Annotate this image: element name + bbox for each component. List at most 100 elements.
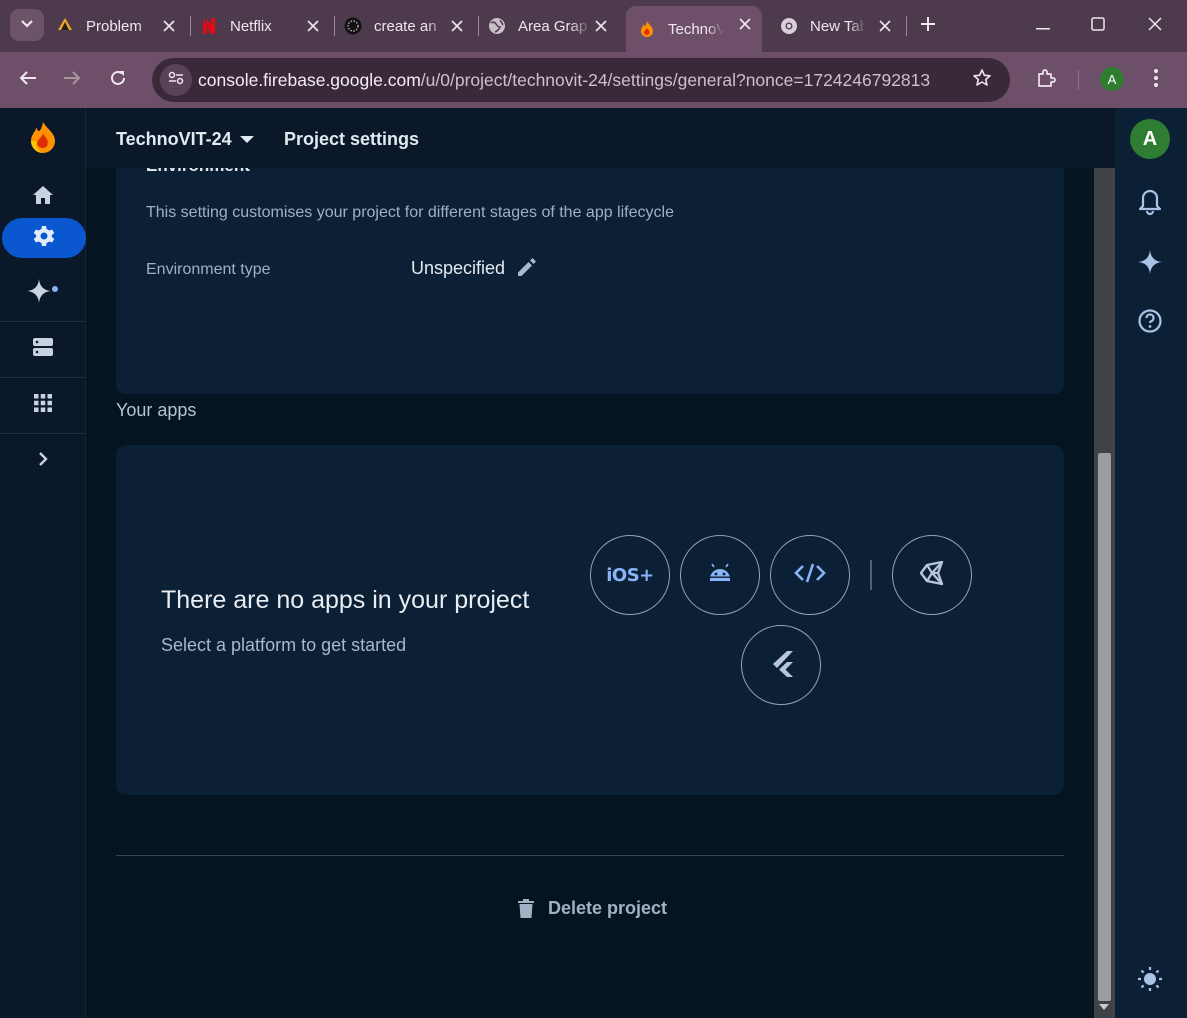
firebase-favicon: [638, 20, 656, 38]
environment-card: Environment This setting customises your…: [116, 168, 1064, 394]
scrollbar-thumb[interactable]: [1098, 453, 1111, 1001]
browser-profile-avatar[interactable]: A: [1100, 67, 1124, 91]
tab-new-tab[interactable]: New Tab: [780, 8, 902, 44]
storage-icon: [32, 336, 54, 363]
trash-icon: [516, 897, 536, 919]
code-icon: [794, 563, 826, 588]
sparkle-icon: [1137, 249, 1163, 280]
star-icon: [972, 68, 992, 93]
add-android-app-button[interactable]: [680, 535, 760, 615]
tab-title: Problem: [86, 17, 142, 35]
sun-icon: [1137, 966, 1163, 997]
tab-title: Netflix: [230, 17, 272, 35]
maximize-button[interactable]: [1078, 10, 1118, 42]
nav-home[interactable]: [0, 177, 86, 217]
plus-icon: [920, 16, 936, 37]
address-bar[interactable]: console.firebase.google.com/u/0/project/…: [152, 58, 1010, 102]
sparkle-icon: [26, 278, 60, 309]
puzzle-icon: [1036, 68, 1056, 93]
environment-type-label: Environment type: [146, 261, 271, 278]
bookmark-button[interactable]: [970, 68, 994, 92]
left-nav-rail: [0, 108, 86, 1018]
environment-type-value: Unspecified: [411, 258, 506, 278]
help-icon: [1138, 308, 1162, 338]
content-scrollbar[interactable]: [1094, 168, 1115, 1018]
reload-button[interactable]: [102, 64, 134, 96]
tab-title: Area Grap: [518, 17, 588, 35]
minimize-button[interactable]: [1023, 10, 1063, 42]
nav-all-products[interactable]: [0, 385, 86, 425]
close-icon[interactable]: [876, 17, 894, 35]
tab-divider: [190, 16, 191, 36]
scroll-down-arrow[interactable]: [1099, 1004, 1109, 1010]
environment-heading: Environment: [146, 168, 250, 176]
console-topbar: TechnoVIT-24 Project settings: [86, 108, 1115, 168]
nav-build[interactable]: [0, 329, 86, 369]
tab-problem[interactable]: Problem: [56, 8, 186, 44]
account-avatar[interactable]: A: [1130, 119, 1170, 159]
project-name: TechnoVIT-24: [116, 129, 232, 149]
pencil-icon: [515, 255, 539, 284]
settings-content: Environment This setting customises your…: [86, 168, 1094, 1018]
apps-empty-card: There are no apps in your project Select…: [116, 445, 1064, 795]
netflix-favicon: [200, 17, 218, 35]
url-host: console.firebase.google.com: [198, 70, 421, 90]
ios-icon: iOS+: [606, 564, 654, 586]
tab-netflix[interactable]: Netflix: [200, 8, 330, 44]
help-button[interactable]: [1135, 308, 1165, 338]
right-rail: A: [1115, 108, 1187, 1018]
page-title: Project settings: [284, 129, 420, 149]
close-icon[interactable]: [592, 17, 610, 35]
tab-divider: [478, 16, 479, 36]
close-icon[interactable]: [160, 17, 178, 35]
reload-icon: [109, 69, 127, 92]
apps-grid-icon: [34, 393, 52, 417]
arrow-right-icon: [63, 70, 81, 91]
project-selector[interactable]: TechnoVIT-24: [116, 129, 254, 150]
tab-title: New Tab: [810, 17, 866, 35]
no-apps-title: There are no apps in your project: [161, 586, 530, 614]
add-web-app-button[interactable]: [770, 535, 850, 615]
tab-search-button[interactable]: [10, 9, 44, 41]
tab-divider: [906, 16, 907, 36]
theme-toggle-button[interactable]: [1135, 966, 1165, 996]
environment-description: This setting customises your project for…: [146, 204, 674, 221]
add-unity-app-button[interactable]: [892, 535, 972, 615]
add-flutter-app-button[interactable]: [741, 625, 821, 705]
chevron-down-icon: [20, 16, 34, 34]
tab-title: create an: [374, 17, 437, 35]
android-icon: [708, 563, 732, 588]
close-icon[interactable]: [448, 17, 466, 35]
arrow-left-icon: [19, 70, 37, 91]
add-ios-app-button[interactable]: iOS+: [590, 535, 670, 615]
browser-tabstrip: Problem Netflix create an Area Grap Tech…: [0, 0, 1187, 52]
flutter-icon: [769, 649, 793, 682]
chrome-favicon: [780, 17, 798, 35]
gear-icon: [33, 225, 55, 252]
codeforces-favicon: [56, 17, 74, 35]
tab-technovit[interactable]: TechnoVIT: [626, 6, 762, 52]
tab-area-graph[interactable]: Area Grap: [488, 8, 618, 44]
forward-button[interactable]: [56, 64, 88, 96]
globe-favicon: [488, 17, 506, 35]
close-icon[interactable]: [736, 15, 754, 33]
rail-divider: [0, 321, 86, 322]
browser-menu-button[interactable]: [1140, 64, 1172, 96]
extensions-button[interactable]: [1030, 64, 1062, 96]
unity-icon: [918, 559, 946, 592]
window-close-button[interactable]: [1135, 10, 1175, 42]
firebase-logo[interactable]: [28, 120, 58, 154]
back-button[interactable]: [12, 64, 44, 96]
notifications-button[interactable]: [1135, 189, 1165, 219]
delete-project-button[interactable]: Delete project: [516, 896, 667, 920]
site-info-button[interactable]: [160, 64, 192, 96]
new-tab-button[interactable]: [915, 13, 941, 39]
close-icon[interactable]: [304, 17, 322, 35]
gemini-button[interactable]: [1135, 249, 1165, 279]
tab-create[interactable]: create an: [344, 8, 474, 44]
nav-gemini[interactable]: [0, 273, 86, 313]
edit-environment-button[interactable]: [514, 256, 540, 282]
bell-icon: [1138, 189, 1162, 220]
nav-expand[interactable]: [0, 441, 86, 481]
nav-settings[interactable]: [2, 218, 86, 258]
